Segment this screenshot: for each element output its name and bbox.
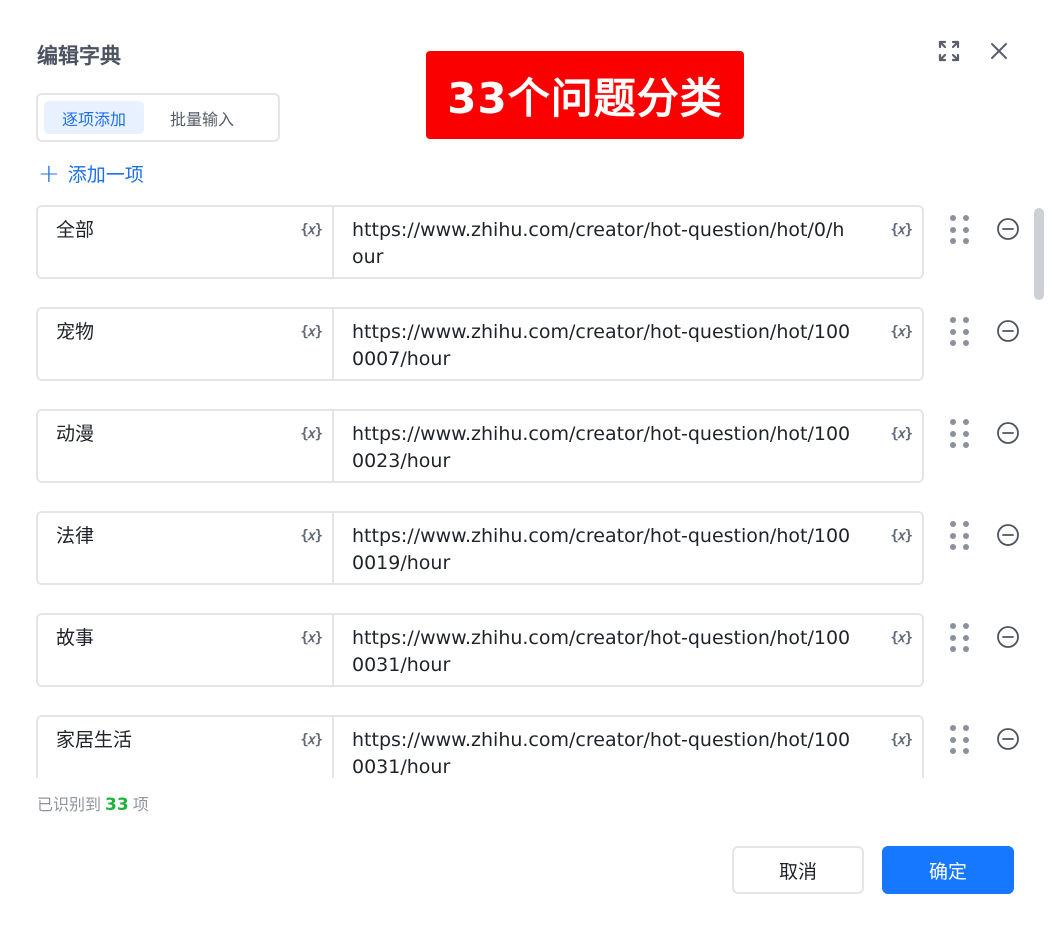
expand-icon[interactable] — [936, 38, 962, 64]
variable-icon[interactable]: {𝑥} — [300, 319, 323, 346]
value-text: https://www.zhihu.com/creator/hot-questi… — [352, 219, 845, 268]
drag-handle-icon[interactable] — [950, 623, 970, 653]
minus-circle-icon[interactable] — [996, 523, 1020, 547]
category-banner: 33个问题分类 — [426, 51, 744, 139]
drag-handle-icon[interactable] — [950, 725, 970, 755]
value-input[interactable]: https://www.zhihu.com/creator/hot-questi… — [334, 615, 922, 685]
value-text: https://www.zhihu.com/creator/hot-questi… — [352, 423, 851, 472]
variable-icon[interactable]: {𝑥} — [890, 523, 913, 550]
variable-icon[interactable]: {𝑥} — [890, 625, 913, 652]
input-mode-tabs: 逐项添加 批量输入 — [36, 93, 280, 142]
variable-icon[interactable]: {𝑥} — [890, 217, 913, 244]
key-text: 宠物 — [56, 321, 95, 343]
variable-icon[interactable]: {𝑥} — [300, 523, 323, 550]
tab-item-by-item[interactable]: 逐项添加 — [44, 101, 145, 134]
key-value-pair: 家居生活 {𝑥} https://www.zhihu.com/creator/hot… — [36, 715, 924, 778]
variable-icon[interactable]: {𝑥} — [300, 217, 323, 244]
dictionary-row: 宠物 {𝑥} https://www.zhihu.com/creator/hot-q… — [36, 307, 1036, 381]
key-input[interactable]: 宠物 {𝑥} — [38, 309, 334, 379]
edit-dictionary-dialog: 编辑字典 33个问题分类 逐项添加 批量输入 + 添加一项 全部 {𝑥} https… — [0, 0, 1050, 930]
drag-handle-icon[interactable] — [950, 521, 970, 551]
banner-text: 33个问题分类 — [447, 73, 723, 123]
list-scrollbar[interactable] — [1034, 205, 1044, 778]
key-text: 全部 — [56, 219, 95, 241]
plus-icon: + — [38, 158, 60, 189]
minus-circle-icon[interactable] — [996, 727, 1020, 751]
value-text: https://www.zhihu.com/creator/hot-questi… — [352, 729, 851, 778]
summary-suffix: 项 — [132, 795, 149, 814]
value-text: https://www.zhihu.com/creator/hot-questi… — [352, 321, 851, 370]
dictionary-row: 家居生活 {𝑥} https://www.zhihu.com/creator/hot… — [36, 715, 1036, 778]
summary-prefix: 已识别到 — [37, 795, 102, 814]
cancel-button[interactable]: 取消 — [732, 846, 864, 894]
variable-icon[interactable]: {𝑥} — [300, 421, 323, 448]
dictionary-row: 故事 {𝑥} https://www.zhihu.com/creator/hot-q… — [36, 613, 1036, 687]
close-icon[interactable] — [986, 38, 1012, 64]
dictionary-row: 动漫 {𝑥} https://www.zhihu.com/creator/hot-q… — [36, 409, 1036, 483]
recognized-summary: 已识别到 33 项 — [37, 791, 149, 815]
variable-icon[interactable]: {𝑥} — [300, 625, 323, 652]
dialog-title: 编辑字典 — [37, 44, 121, 68]
key-value-pair: 全部 {𝑥} https://www.zhihu.com/creator/hot-q… — [36, 205, 924, 279]
value-text: https://www.zhihu.com/creator/hot-questi… — [352, 627, 851, 676]
key-input[interactable]: 法律 {𝑥} — [38, 513, 334, 583]
drag-handle-icon[interactable] — [950, 215, 970, 245]
tab-batch-input[interactable]: 批量输入 — [152, 101, 252, 134]
dictionary-row: 法律 {𝑥} https://www.zhihu.com/creator/hot-q… — [36, 511, 1036, 585]
key-text: 动漫 — [56, 423, 95, 445]
confirm-button[interactable]: 确定 — [882, 846, 1014, 894]
minus-circle-icon[interactable] — [996, 217, 1020, 241]
key-text: 故事 — [56, 627, 95, 649]
scrollbar-thumb[interactable] — [1034, 208, 1044, 300]
variable-icon[interactable]: {𝑥} — [890, 319, 913, 346]
minus-circle-icon[interactable] — [996, 625, 1020, 649]
header-actions — [936, 38, 1012, 64]
drag-handle-icon[interactable] — [950, 317, 970, 347]
value-input[interactable]: https://www.zhihu.com/creator/hot-questi… — [334, 309, 922, 379]
key-input[interactable]: 故事 {𝑥} — [38, 615, 334, 685]
minus-circle-icon[interactable] — [996, 319, 1020, 343]
key-input[interactable]: 家居生活 {𝑥} — [38, 717, 334, 778]
key-value-pair: 宠物 {𝑥} https://www.zhihu.com/creator/hot-q… — [36, 307, 924, 381]
key-input[interactable]: 全部 {𝑥} — [38, 207, 334, 277]
minus-circle-icon[interactable] — [996, 421, 1020, 445]
value-text: https://www.zhihu.com/creator/hot-questi… — [352, 525, 851, 574]
summary-count: 33 — [105, 795, 129, 815]
dictionary-row: 全部 {𝑥} https://www.zhihu.com/creator/hot-q… — [36, 205, 1036, 279]
key-value-pair: 故事 {𝑥} https://www.zhihu.com/creator/hot-q… — [36, 613, 924, 687]
key-text: 家居生活 — [56, 729, 133, 751]
variable-icon[interactable]: {𝑥} — [300, 727, 323, 754]
add-item-label: 添加一项 — [67, 164, 144, 186]
key-input[interactable]: 动漫 {𝑥} — [38, 411, 334, 481]
add-item-button[interactable]: + 添加一项 — [38, 160, 144, 187]
key-text: 法律 — [56, 525, 95, 547]
variable-icon[interactable]: {𝑥} — [890, 727, 913, 754]
drag-handle-icon[interactable] — [950, 419, 970, 449]
variable-icon[interactable]: {𝑥} — [890, 421, 913, 448]
value-input[interactable]: https://www.zhihu.com/creator/hot-questi… — [334, 513, 922, 583]
value-input[interactable]: https://www.zhihu.com/creator/hot-questi… — [334, 717, 922, 778]
key-value-pair: 动漫 {𝑥} https://www.zhihu.com/creator/hot-q… — [36, 409, 924, 483]
dictionary-list: 全部 {𝑥} https://www.zhihu.com/creator/hot-q… — [36, 205, 1036, 778]
value-input[interactable]: https://www.zhihu.com/creator/hot-questi… — [334, 207, 922, 277]
value-input[interactable]: https://www.zhihu.com/creator/hot-questi… — [334, 411, 922, 481]
key-value-pair: 法律 {𝑥} https://www.zhihu.com/creator/hot-q… — [36, 511, 924, 585]
